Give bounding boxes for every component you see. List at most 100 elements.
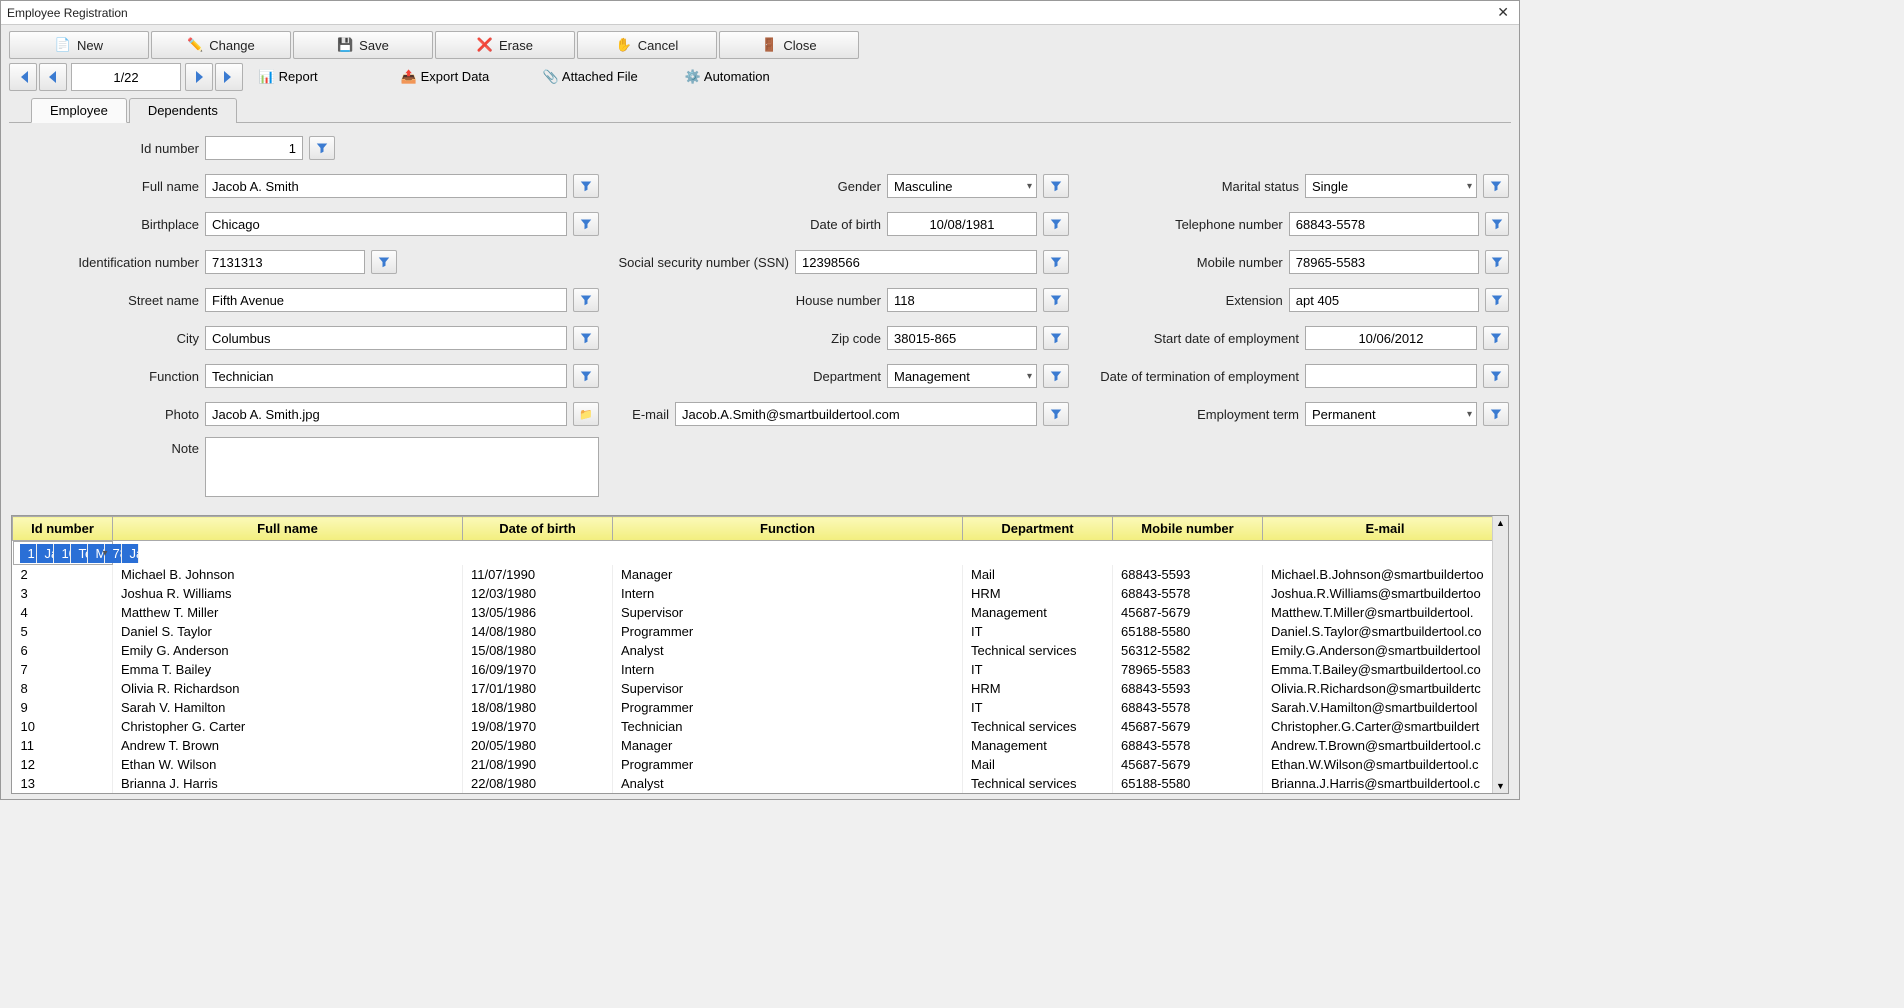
grid-header[interactable]: E-mail bbox=[1263, 517, 1508, 541]
note-textarea[interactable] bbox=[205, 437, 599, 497]
table-row[interactable]: 11Andrew T. Brown20/05/1980ManagerManage… bbox=[13, 736, 1508, 755]
filter-city[interactable] bbox=[573, 326, 599, 350]
table-row[interactable]: 4Matthew T. Miller13/05/1986SupervisorMa… bbox=[13, 603, 1508, 622]
term-date-input[interactable] bbox=[1305, 364, 1477, 388]
birthplace-input[interactable] bbox=[205, 212, 567, 236]
table-row[interactable]: 12Ethan W. Wilson21/08/1990ProgrammerMai… bbox=[13, 755, 1508, 774]
edit-icon: ✏️ bbox=[187, 37, 203, 53]
filter-mobile[interactable] bbox=[1485, 250, 1509, 274]
city-input[interactable] bbox=[205, 326, 567, 350]
id-number-input[interactable] bbox=[205, 136, 303, 160]
tab-dependents[interactable]: Dependents bbox=[129, 98, 237, 123]
table-row[interactable]: 13Brianna J. Harris22/08/1980AnalystTech… bbox=[13, 774, 1508, 793]
form-panel: Id number Full name Birthplace Identifi bbox=[9, 122, 1511, 505]
label-ext: Extension bbox=[1079, 293, 1283, 308]
filter-ext[interactable] bbox=[1485, 288, 1509, 312]
erase-button[interactable]: ❌ Erase bbox=[435, 31, 575, 59]
report-button[interactable]: 📊 Report bbox=[259, 69, 399, 85]
email-input[interactable] bbox=[675, 402, 1037, 426]
grid-header[interactable]: Id number bbox=[13, 517, 113, 541]
filter-function[interactable] bbox=[573, 364, 599, 388]
attachment-icon: 📎 bbox=[543, 69, 559, 85]
table-row[interactable]: 8Olivia R. Richardson17/01/1980Superviso… bbox=[13, 679, 1508, 698]
department-select[interactable]: Management bbox=[887, 364, 1037, 388]
change-button[interactable]: ✏️ Change bbox=[151, 31, 291, 59]
door-icon: 🚪 bbox=[761, 37, 777, 53]
tel-input[interactable] bbox=[1289, 212, 1479, 236]
table-row[interactable]: 3Joshua R. Williams12/03/1980InternHRM68… bbox=[13, 584, 1508, 603]
start-date-input[interactable] bbox=[1305, 326, 1477, 350]
label-birthplace: Birthplace bbox=[19, 217, 199, 232]
filter-email[interactable] bbox=[1043, 402, 1069, 426]
filter-tel[interactable] bbox=[1485, 212, 1509, 236]
table-row[interactable]: 7Emma T. Bailey16/09/1970InternIT78965-5… bbox=[13, 660, 1508, 679]
dob-input[interactable] bbox=[887, 212, 1037, 236]
filter-term-date[interactable] bbox=[1483, 364, 1509, 388]
function-input[interactable] bbox=[205, 364, 567, 388]
ext-input[interactable] bbox=[1289, 288, 1479, 312]
save-button[interactable]: 💾 Save bbox=[293, 31, 433, 59]
grid-header[interactable]: Mobile number bbox=[1113, 517, 1263, 541]
ident-number-input[interactable] bbox=[205, 250, 365, 274]
cancel-button[interactable]: ✋ Cancel bbox=[577, 31, 717, 59]
zip-input[interactable] bbox=[887, 326, 1037, 350]
table-row[interactable]: 1Jacob A. Smith10/08/1981TechnicianManag… bbox=[13, 541, 113, 565]
filter-ident-number[interactable] bbox=[371, 250, 397, 274]
filter-marital[interactable] bbox=[1483, 174, 1509, 198]
filter-zip[interactable] bbox=[1043, 326, 1069, 350]
new-button[interactable]: 📄 New bbox=[9, 31, 149, 59]
label-function: Function bbox=[19, 369, 199, 384]
attached-file-button[interactable]: 📎 Attached File bbox=[543, 69, 683, 85]
table-row[interactable]: 9Sarah V. Hamilton18/08/1980ProgrammerIT… bbox=[13, 698, 1508, 717]
full-name-input[interactable] bbox=[205, 174, 567, 198]
marital-select[interactable]: Single bbox=[1305, 174, 1477, 198]
report-icon: 📊 bbox=[259, 69, 275, 85]
house-no-input[interactable] bbox=[887, 288, 1037, 312]
filter-house-no[interactable] bbox=[1043, 288, 1069, 312]
filter-ssn[interactable] bbox=[1043, 250, 1069, 274]
filter-birthplace[interactable] bbox=[573, 212, 599, 236]
employee-grid[interactable]: Id numberFull nameDate of birthFunctionD… bbox=[11, 515, 1509, 794]
close-icon[interactable]: ✕ bbox=[1493, 4, 1513, 21]
filter-street[interactable] bbox=[573, 288, 599, 312]
label-photo: Photo bbox=[19, 407, 199, 422]
label-full-name: Full name bbox=[19, 179, 199, 194]
browse-photo-button[interactable]: 📁 bbox=[573, 402, 599, 426]
grid-scrollbar[interactable]: ▲ ▼ bbox=[1492, 516, 1508, 793]
label-ssn: Social security number (SSN) bbox=[609, 255, 789, 270]
automation-button[interactable]: ⚙️ Automation bbox=[685, 69, 825, 85]
table-row[interactable]: 5Daniel S. Taylor14/08/1980ProgrammerIT6… bbox=[13, 622, 1508, 641]
filter-start-date[interactable] bbox=[1483, 326, 1509, 350]
table-row[interactable]: 10Christopher G. Carter19/08/1970Technic… bbox=[13, 717, 1508, 736]
nav-first-button[interactable] bbox=[9, 63, 37, 91]
scroll-up-icon[interactable]: ▲ bbox=[1494, 516, 1507, 530]
grid-header[interactable]: Function bbox=[613, 517, 963, 541]
mobile-input[interactable] bbox=[1289, 250, 1479, 274]
grid-header[interactable]: Department bbox=[963, 517, 1113, 541]
grid-header[interactable]: Full name bbox=[113, 517, 463, 541]
photo-input[interactable] bbox=[205, 402, 567, 426]
tab-employee[interactable]: Employee bbox=[31, 98, 127, 123]
table-row[interactable]: 6Emily G. Anderson15/08/1980AnalystTechn… bbox=[13, 641, 1508, 660]
employee-registration-window: Employee Registration ✕ 📄 New ✏️ Change … bbox=[0, 0, 1520, 800]
close-button[interactable]: 🚪 Close bbox=[719, 31, 859, 59]
filter-gender[interactable] bbox=[1043, 174, 1069, 198]
export-data-button[interactable]: 📤 Export Data bbox=[401, 69, 541, 85]
filter-dob[interactable] bbox=[1043, 212, 1069, 236]
nav-last-button[interactable] bbox=[215, 63, 243, 91]
nav-next-button[interactable] bbox=[185, 63, 213, 91]
form-col-3: Marital status Single Telephone number M… bbox=[1079, 129, 1509, 497]
filter-full-name[interactable] bbox=[573, 174, 599, 198]
page-indicator: 1/22 bbox=[71, 63, 181, 91]
grid-header[interactable]: Date of birth bbox=[463, 517, 613, 541]
gender-select[interactable]: Masculine bbox=[887, 174, 1037, 198]
filter-department[interactable] bbox=[1043, 364, 1069, 388]
nav-prev-button[interactable] bbox=[39, 63, 67, 91]
filter-emp-term[interactable] bbox=[1483, 402, 1509, 426]
street-input[interactable] bbox=[205, 288, 567, 312]
scroll-down-icon[interactable]: ▼ bbox=[1494, 779, 1507, 793]
filter-id-number[interactable] bbox=[309, 136, 335, 160]
ssn-input[interactable] bbox=[795, 250, 1037, 274]
emp-term-select[interactable]: Permanent bbox=[1305, 402, 1477, 426]
table-row[interactable]: 2Michael B. Johnson11/07/1990ManagerMail… bbox=[13, 565, 1508, 584]
